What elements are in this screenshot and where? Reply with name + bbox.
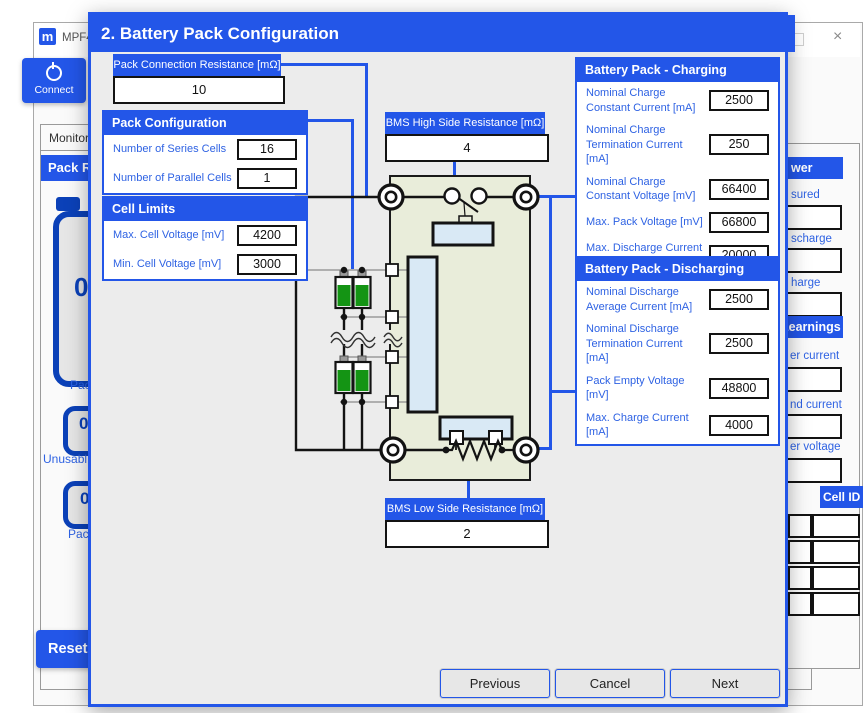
min-cell-voltage-field[interactable]: 3000 [237,254,297,275]
max-charge-current-field[interactable]: 4000 [709,415,769,436]
parallel-cells-label: Number of Parallel Cells [113,171,237,186]
measured-label: sured [791,189,820,201]
field-row: Nominal Discharge Average Current [mA] 2… [577,281,778,318]
max-pack-voltage-field[interactable]: 66800 [709,212,769,233]
cell-row-index[interactable] [788,592,812,616]
nominal-charge-termination-current-field[interactable]: 250 [709,134,769,155]
connector-line [281,63,368,66]
mps-logo-icon: m [39,28,56,45]
nominal-charge-constant-current-label: Nominal Charge Constant Current [mA] [586,86,709,115]
screen: m MPF4279 × Connect Monitoring Pack Re 0… [0,0,867,713]
nominal-discharge-average-current-label: Nominal Discharge Average Current [mA] [586,285,709,314]
nominal-discharge-termination-current-field[interactable]: 2500 [709,333,769,354]
nominal-charge-constant-voltage-label: Nominal Charge Constant Voltage [mV] [586,175,709,204]
terminal-icon [379,185,403,209]
pack-configuration-header: Pack Configuration [104,112,306,135]
charge-label: harge [791,277,820,289]
field-row: Pack Empty Voltage [mV] 48800 [577,370,778,407]
field-row: Max. Charge Current [mA] 4000 [577,407,778,444]
field-row: Number of Series Cells 16 [104,135,306,164]
terminal-icon [381,438,405,462]
field-row: Number of Parallel Cells 1 [104,164,306,193]
bms-low-side-resistance-label: BMS Low Side Resistance [mΩ] [385,498,545,520]
learn-end-current-label: nd current [790,399,842,411]
nominal-discharge-termination-current-label: Nominal Discharge Termination Current [m… [586,322,709,366]
battery-pack-charging-section: Battery Pack - Charging Nominal Charge C… [575,57,780,276]
cell-id-field[interactable] [812,540,860,564]
connect-label: Connect [34,84,73,96]
previous-button[interactable]: Previous [440,669,550,698]
battery-pack-discharging-section: Battery Pack - Discharging Nominal Disch… [575,256,780,446]
nominal-charge-constant-voltage-field[interactable]: 66400 [709,179,769,200]
max-cell-voltage-field[interactable]: 4200 [237,225,297,246]
battery-cell-icon [354,356,371,393]
field-row: Nominal Charge Termination Current [mA] … [577,119,778,171]
next-button[interactable]: Next [670,669,780,698]
cell-row-index[interactable] [788,514,812,538]
nominal-discharge-average-current-field[interactable]: 2500 [709,289,769,310]
battery-gauge-value: 0 [74,272,88,303]
discharging-header: Battery Pack - Discharging [577,258,778,281]
bms-low-side-resistance-field[interactable]: 2 [385,520,549,548]
battery-cell-icon [354,271,371,308]
learn-voltage-label: er voltage [790,441,841,453]
field-row: Nominal Charge Constant Current [mA] 250… [577,82,778,119]
series-cells-label: Number of Series Cells [113,142,237,157]
connect-button[interactable]: Connect [22,58,86,103]
series-cells-field[interactable]: 16 [237,139,297,160]
bms-high-side-resistance-field[interactable]: 4 [385,134,549,162]
pack-connection-resistance-field[interactable]: 10 [113,76,285,104]
battery-gauge-cap [56,197,80,211]
max-cell-voltage-label: Max. Cell Voltage [mV] [113,228,237,243]
dialog-title: 2. Battery Pack Configuration [91,15,795,52]
field-row: Nominal Charge Constant Voltage [mV] 664… [577,171,778,208]
nominal-charge-constant-current-field[interactable]: 2500 [709,90,769,111]
cell-id-field[interactable] [812,566,860,590]
bms-high-side-resistance-label: BMS High Side Resistance [mΩ] [385,112,545,134]
cell-id-header: Cell ID [820,486,863,508]
afe-ic [408,257,437,412]
connector-line [306,119,354,122]
field-row: Max. Cell Voltage [mV] 4200 [104,221,306,250]
battery-cell-icon [336,271,353,308]
pack-empty-voltage-field[interactable]: 48800 [709,378,769,399]
pack-gauge-label: Pac [68,527,89,541]
field-row: Min. Cell Voltage [mV] 3000 [104,250,306,279]
cell-limits-header: Cell Limits [104,198,306,221]
battery-cell-icon [336,356,353,393]
pack-empty-voltage-label: Pack Empty Voltage [mV] [586,374,709,403]
pack-connection-resistance-label: Pack Connection Resistance [mΩ] [113,54,281,76]
cell-row-index[interactable] [788,540,812,564]
max-pack-voltage-label: Max. Pack Voltage [mV] [586,215,709,230]
nominal-charge-termination-current-label: Nominal Charge Termination Current [mA] [586,123,709,167]
terminal-icon [514,438,538,462]
cell-id-field[interactable] [812,592,860,616]
cell-limits-section: Cell Limits Max. Cell Voltage [mV] 4200 … [102,196,308,281]
battery-pack-schematic [283,165,573,490]
field-row: Max. Pack Voltage [mV] 66800 [577,208,778,237]
parallel-cells-field[interactable]: 1 [237,168,297,189]
charging-header: Battery Pack - Charging [577,59,778,82]
fet-block [433,223,493,245]
learn-current-label: er current [790,350,839,362]
terminal-icon [514,185,538,209]
unusable-gauge-label: Unusabl [43,452,87,466]
discharge-label: scharge [791,233,832,245]
pack-section-header: Pack Re [41,155,95,181]
close-icon[interactable]: × [833,29,842,45]
cancel-button[interactable]: Cancel [555,669,665,698]
min-cell-voltage-label: Min. Cell Voltage [mV] [113,257,237,272]
cell-id-field[interactable] [812,514,860,538]
shunt-pad [489,431,502,444]
power-icon [46,65,62,81]
cell-row-index[interactable] [788,566,812,590]
field-row: Nominal Discharge Termination Current [m… [577,318,778,370]
max-charge-current-label: Max. Charge Current [mA] [586,411,709,440]
pack-configuration-section: Pack Configuration Number of Series Cell… [102,110,308,195]
